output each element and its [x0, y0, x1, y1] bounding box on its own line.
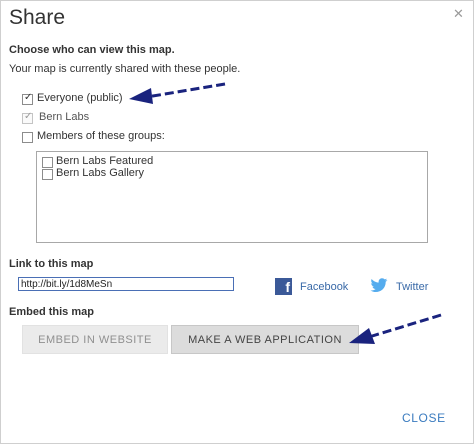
link-heading: Link to this map — [9, 258, 94, 270]
visibility-heading: Choose who can view this map. — [9, 44, 175, 56]
twitter-icon[interactable] — [370, 278, 388, 293]
embed-heading: Embed this map — [9, 306, 94, 318]
map-link-input[interactable] — [18, 277, 234, 291]
groups-list[interactable]: Bern Labs Featured Bern Labs Gallery — [36, 151, 428, 243]
dialog-title: Share — [9, 6, 66, 29]
everyone-label[interactable]: Everyone (public) — [37, 92, 123, 104]
visibility-description: Your map is currently shared with these … — [9, 63, 241, 75]
group-checkbox-featured[interactable] — [42, 157, 53, 168]
embed-in-website-button[interactable]: EMBED IN WEBSITE — [22, 325, 168, 354]
close-button[interactable]: CLOSE — [402, 411, 446, 425]
group-label-featured[interactable]: Bern Labs Featured — [56, 155, 153, 167]
close-icon[interactable]: ✕ — [453, 6, 464, 22]
share-dialog: Share ✕ Choose who can view this map. Yo… — [0, 0, 474, 444]
organization-label[interactable]: Bern Labs — [39, 111, 89, 123]
everyone-checkbox[interactable] — [22, 92, 33, 105]
group-checkbox-gallery[interactable] — [42, 169, 53, 180]
facebook-link[interactable]: Facebook — [300, 281, 348, 293]
group-label-gallery[interactable]: Bern Labs Gallery — [56, 167, 144, 179]
twitter-link[interactable]: Twitter — [396, 281, 428, 293]
organization-checkbox[interactable] — [22, 111, 33, 124]
annotation-arrow-icon — [349, 313, 442, 344]
make-web-application-button[interactable]: MAKE A WEB APPLICATION — [171, 325, 359, 354]
annotation-arrow-icon — [129, 82, 226, 104]
groups-label[interactable]: Members of these groups: — [37, 130, 165, 142]
groups-checkbox[interactable] — [22, 132, 33, 143]
facebook-icon[interactable]: f — [275, 278, 292, 295]
